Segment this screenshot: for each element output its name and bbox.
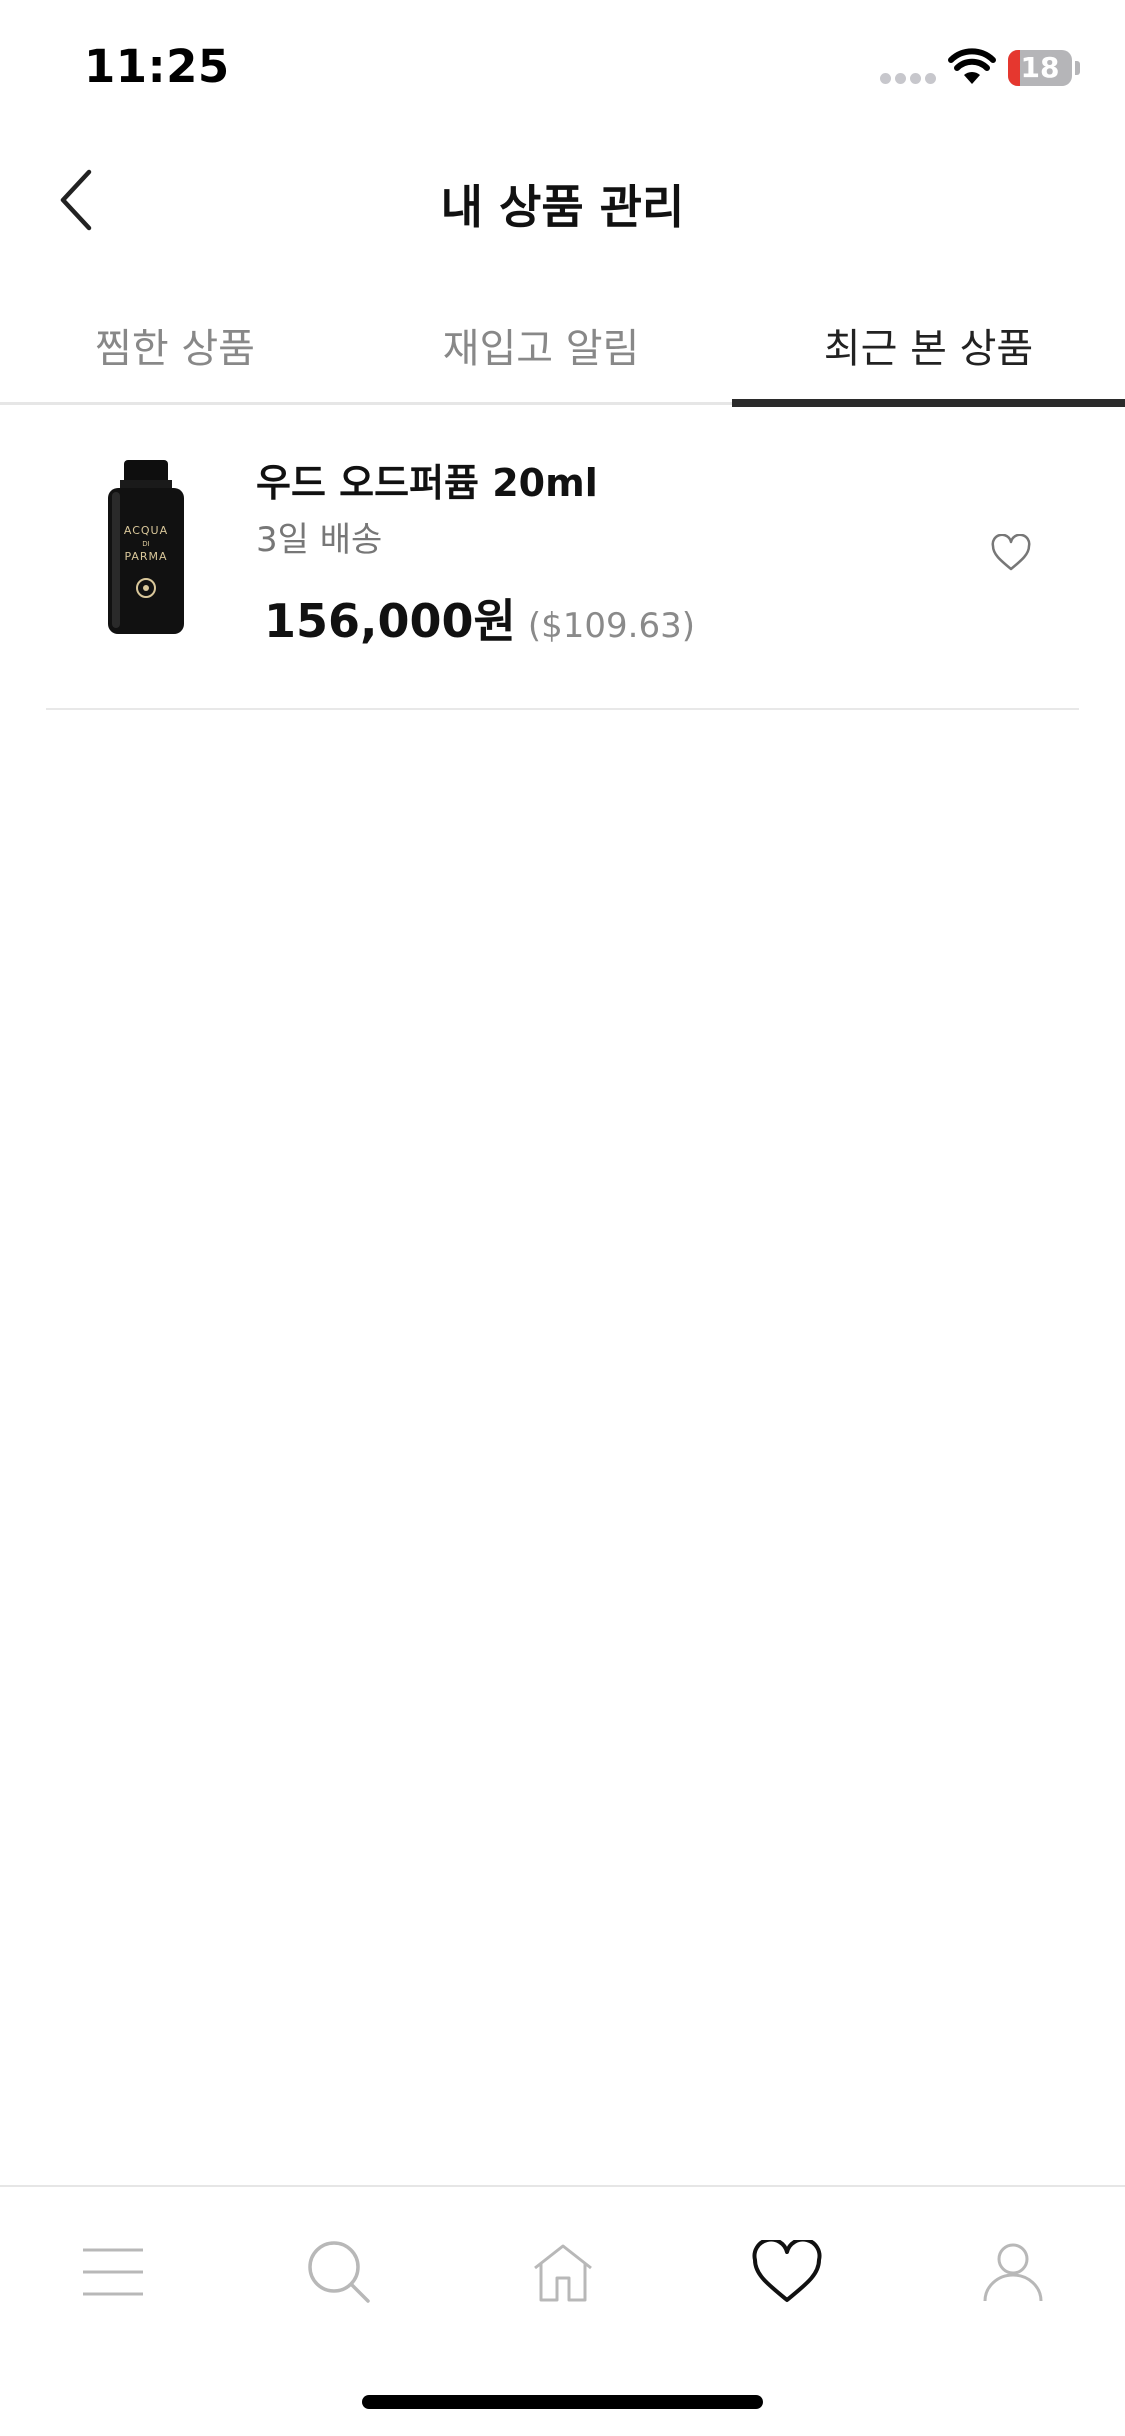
wishlist-toggle-button[interactable]	[986, 528, 1036, 578]
shipping-info: 3일 배송	[256, 520, 383, 560]
bottle-brand-label: ACQUA	[124, 524, 168, 537]
battery-level-text: 18	[1020, 51, 1060, 84]
tab-wishlist[interactable]: 찜한 상품	[0, 285, 350, 405]
status-bar: 11:25 18	[0, 0, 1125, 135]
price-line: 156,000원 ($109.63)	[264, 585, 695, 651]
product-price-usd: ($109.63)	[527, 606, 695, 646]
list-item[interactable]: ACQUA DI PARMA 우드 오드퍼퓸 20ml 3일 배송 156,00…	[46, 410, 1079, 710]
search-icon	[308, 2241, 370, 2303]
status-time: 11:25	[84, 40, 230, 93]
battery-icon: 18	[1008, 50, 1080, 86]
active-tab-indicator	[732, 399, 1125, 407]
svg-text:DI: DI	[142, 540, 149, 548]
home-indicator[interactable]	[362, 2395, 763, 2409]
home-icon	[534, 2244, 592, 2302]
heart-icon	[752, 2240, 822, 2302]
nav-wishlist-button[interactable]	[742, 2227, 832, 2317]
product-name[interactable]: 우드 오드퍼퓸 20ml	[256, 452, 598, 507]
product-price: 156,000원	[264, 594, 516, 648]
nav-search-button[interactable]	[294, 2227, 384, 2317]
screen: 11:25 18 내 상품 관리 찜한 상품 재입고 알림 최근 본 상품 AC…	[0, 0, 1125, 2436]
nav-menu-button[interactable]	[68, 2227, 158, 2317]
svg-text:PARMA: PARMA	[124, 550, 167, 563]
cellular-signal-icon	[880, 73, 936, 85]
nav-home-button[interactable]	[518, 2227, 608, 2317]
menu-icon	[83, 2248, 143, 2296]
wifi-icon	[948, 48, 996, 84]
heart-outline-icon	[991, 534, 1031, 571]
tab-recently-viewed[interactable]: 최근 본 상품	[732, 285, 1125, 405]
perfume-bottle-image[interactable]: ACQUA DI PARMA	[86, 460, 206, 640]
user-icon	[983, 2243, 1043, 2302]
header: 내 상품 관리	[0, 135, 1125, 265]
page-title: 내 상품 관리	[440, 180, 685, 234]
nav-my-page-button[interactable]	[968, 2227, 1058, 2317]
tab-bar: 찜한 상품 재입고 알림 최근 본 상품	[0, 285, 1125, 407]
tab-restock-alerts[interactable]: 재입고 알림	[350, 285, 732, 405]
